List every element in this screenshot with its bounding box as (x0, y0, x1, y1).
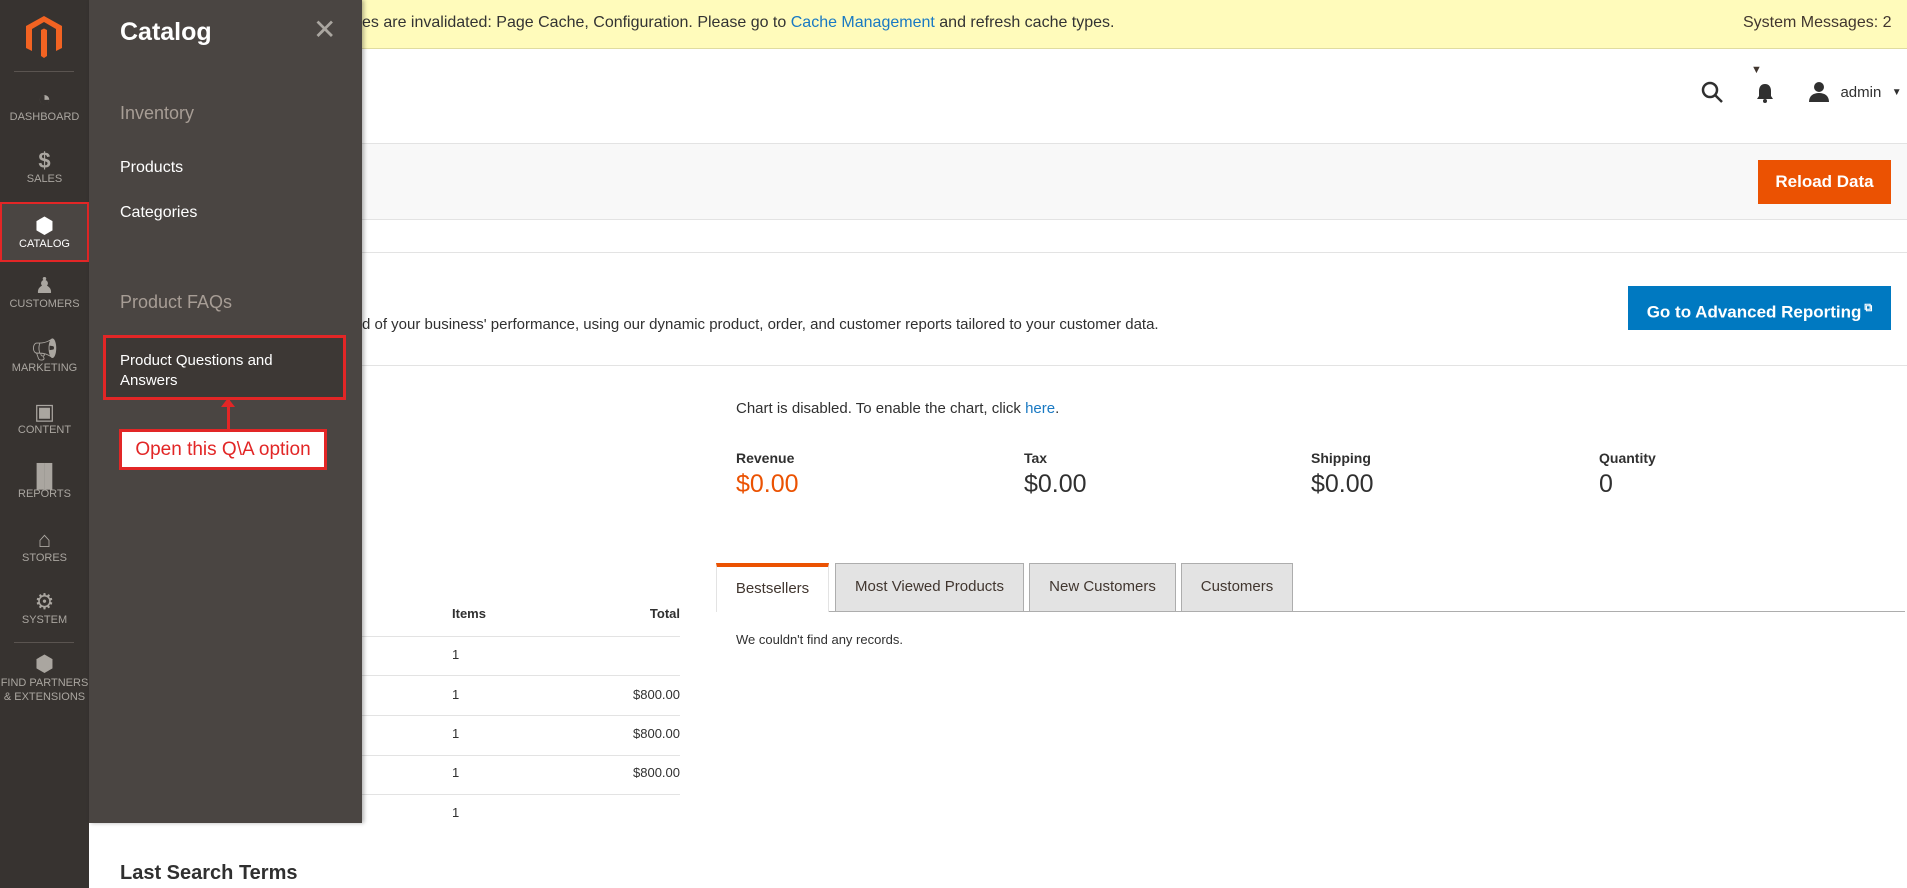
quantity-value: 0 (1599, 470, 1613, 499)
row-items: 1 (452, 687, 459, 702)
shipping-label: Shipping (1311, 450, 1371, 466)
chevron-down-icon: ▼ (1751, 64, 1762, 76)
megaphone-icon: 📢︎ (0, 338, 89, 362)
tax-label: Tax (1024, 450, 1047, 466)
sidebar-item-sales[interactable]: $SALES (0, 149, 89, 185)
flyout-heading-inventory: Inventory (120, 103, 194, 124)
sidebar-item-marketing[interactable]: 📢︎MARKETING (0, 338, 89, 374)
reload-data-button[interactable]: Reload Data (1758, 160, 1891, 204)
sidebar-item-find-partners[interactable]: ⬢FIND PARTNERS& EXTENSIONS (0, 652, 89, 704)
system-messages-toggle[interactable]: System Messages: 2 ▼ (1743, 0, 1907, 93)
chart-disabled-notice: Chart is disabled. To enable the chart, … (736, 400, 1059, 417)
magento-logo[interactable] (26, 16, 62, 63)
annotation-callout: Open this Q\A option (119, 429, 327, 470)
shipping-value: $0.00 (1311, 470, 1374, 499)
last-search-terms-heading: Last Search Terms (120, 862, 298, 885)
bell-icon[interactable] (1756, 82, 1774, 109)
advanced-reporting-description: d of your business' performance, using o… (362, 316, 1159, 333)
tab-customers[interactable]: Customers (1181, 563, 1293, 611)
admin-sidebar: ◔DASHBOARD $SALES ⬢CATALOG ♟CUSTOMERS 📢︎… (0, 0, 89, 888)
flyout-item-products[interactable]: Products (120, 159, 183, 177)
extensions-icon: ⬢ (0, 652, 89, 676)
flyout-heading-product-faqs: Product FAQs (120, 292, 232, 313)
row-items: 1 (452, 647, 459, 662)
row-items: 1 (452, 805, 459, 820)
sidebar-item-customers[interactable]: ♟CUSTOMERS (0, 274, 89, 310)
enable-chart-link[interactable]: here (1025, 400, 1055, 417)
quantity-label: Quantity (1599, 450, 1656, 466)
tab-bestsellers[interactable]: Bestsellers (716, 563, 829, 612)
bar-chart-icon: ▐▌ (0, 464, 89, 488)
row-items: 1 (452, 765, 459, 780)
close-icon[interactable]: ✕ (313, 16, 336, 44)
row-total: $800.00 (600, 687, 680, 702)
empty-records-message: We couldn't find any records. (736, 632, 903, 647)
user-name: admin (1840, 84, 1881, 101)
external-link-icon: ⧉ (1864, 302, 1872, 314)
user-icon (1808, 81, 1830, 103)
flyout-title: Catalog (120, 18, 212, 47)
person-icon: ♟ (0, 274, 89, 298)
sidebar-item-content[interactable]: ▣CONTENT (0, 400, 89, 436)
arrow-head-icon (221, 398, 235, 407)
cache-management-link[interactable]: Cache Management (791, 14, 935, 31)
user-menu[interactable]: admin ▼ (1808, 81, 1902, 103)
tab-most-viewed-products[interactable]: Most Viewed Products (835, 563, 1024, 611)
sidebar-item-stores[interactable]: ⌂STORES (0, 528, 89, 564)
sidebar-item-reports[interactable]: ▐▌REPORTS (0, 464, 89, 500)
layout-icon: ▣ (0, 400, 89, 424)
advanced-reporting-button[interactable]: Go to Advanced Reporting⧉ (1628, 286, 1891, 330)
row-total: $800.00 (600, 726, 680, 741)
store-icon: ⌂ (0, 528, 89, 552)
dollar-icon: $ (0, 149, 89, 173)
revenue-label: Revenue (736, 450, 794, 466)
dashboard-icon: ◔ (0, 87, 89, 111)
sidebar-item-dashboard[interactable]: ◔DASHBOARD (0, 87, 89, 123)
chevron-down-icon: ▼ (1892, 87, 1902, 98)
search-icon[interactable] (1700, 80, 1724, 109)
tab-new-customers[interactable]: New Customers (1029, 563, 1176, 611)
flyout-item-product-questions-answers[interactable]: Product Questions and Answers (103, 335, 346, 400)
items-header: Items (452, 606, 486, 621)
tabs-divider (716, 611, 1905, 612)
catalog-flyout-menu: Catalog ✕ Inventory Products Categories … (89, 0, 362, 823)
total-header: Total (600, 606, 680, 621)
sidebar-item-catalog[interactable]: ⬢CATALOG (0, 202, 89, 262)
gear-icon: ⚙ (0, 590, 89, 614)
flyout-item-categories[interactable]: Categories (120, 204, 197, 222)
revenue-value: $0.00 (736, 470, 799, 499)
sidebar-item-system[interactable]: ⚙SYSTEM (0, 590, 89, 626)
tax-value: $0.00 (1024, 470, 1087, 499)
box-icon: ⬢ (2, 214, 87, 238)
row-total: $800.00 (600, 765, 680, 780)
row-items: 1 (452, 726, 459, 741)
system-message-text: es are invalidated: Page Cache, Configur… (362, 0, 1115, 46)
